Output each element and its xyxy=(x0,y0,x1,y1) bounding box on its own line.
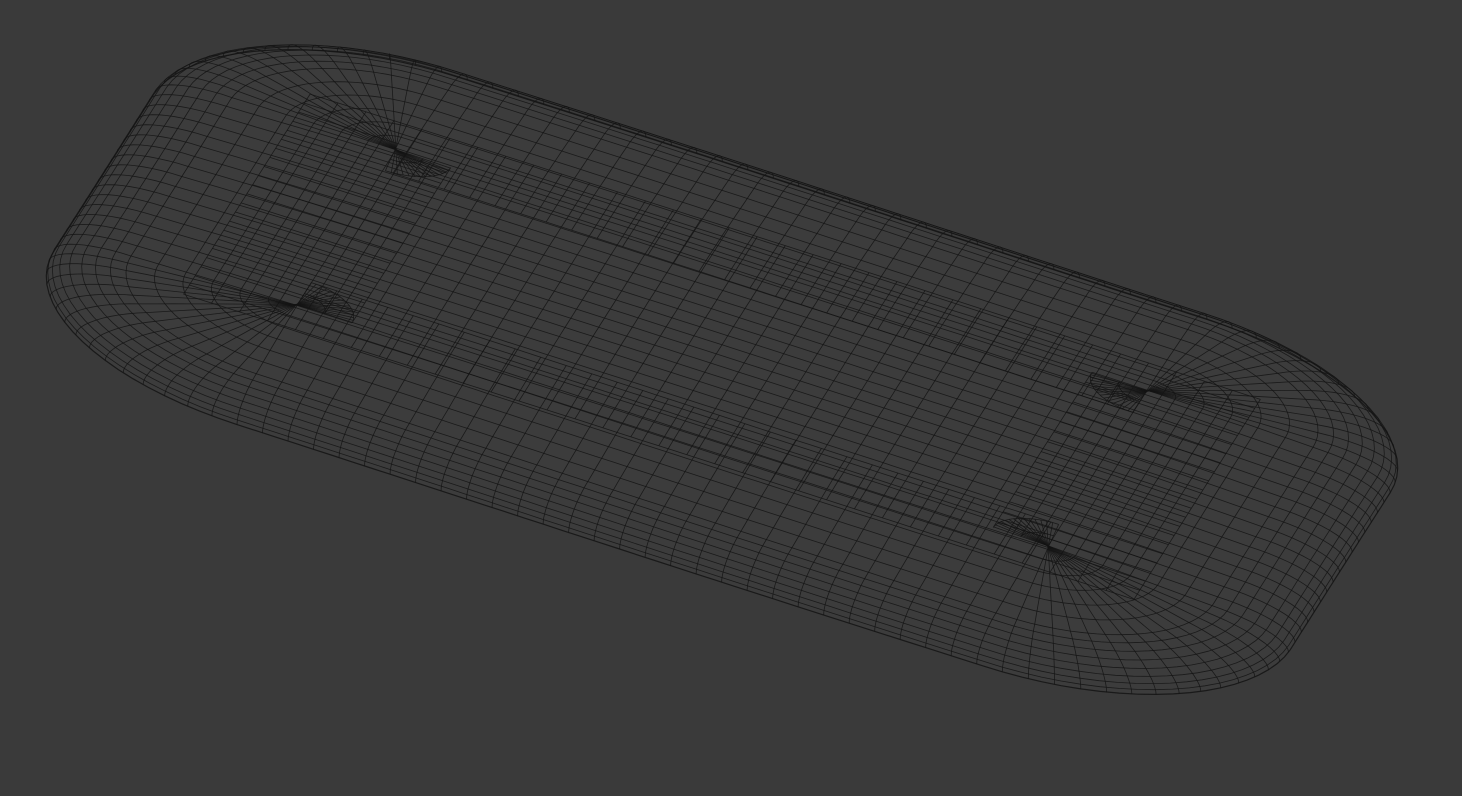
3d-viewport[interactable] xyxy=(0,0,1462,796)
mesh-edges xyxy=(45,44,1399,696)
wireframe-mesh[interactable] xyxy=(0,0,1462,796)
